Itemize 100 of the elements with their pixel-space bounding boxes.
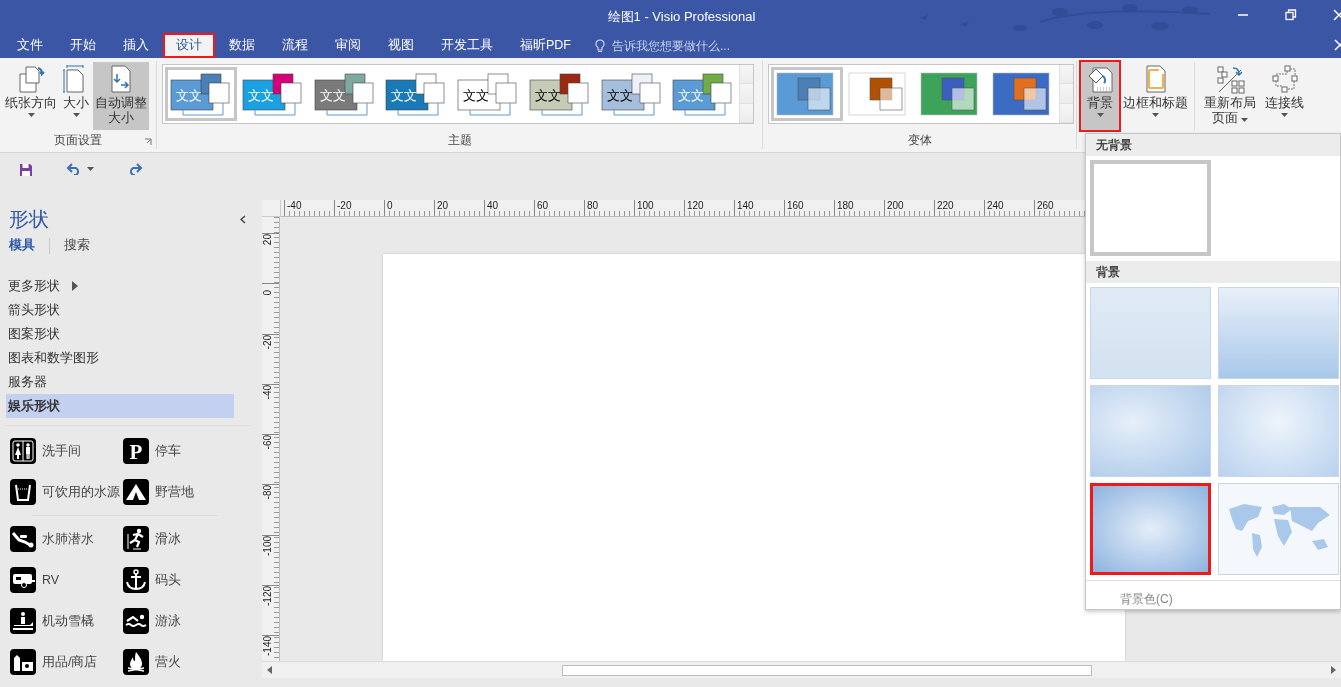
- variant-thumbnail[interactable]: [771, 67, 843, 121]
- tent-icon: [123, 479, 149, 505]
- ribbon-tab[interactable]: 开始: [57, 33, 109, 58]
- shape-label[interactable]: 洗手间: [42, 442, 81, 460]
- ruler-label: -40: [262, 384, 274, 400]
- panel-tab[interactable]: 搜索: [64, 237, 90, 254]
- ribbon-button[interactable]: 大小: [59, 62, 93, 130]
- ruler-label: 60: [537, 200, 549, 211]
- theme-thumbnail[interactable]: 文文: [452, 67, 524, 121]
- shape-label[interactable]: 可饮用的水源: [42, 483, 120, 501]
- parking-icon: P: [123, 438, 149, 464]
- ruler-label: 0: [387, 200, 393, 211]
- scroll-left-icon[interactable]: [267, 666, 272, 674]
- stencil-item[interactable]: 更多形状: [6, 274, 234, 298]
- tell-me-field[interactable]: 告诉我您想要做什么...: [610, 37, 794, 54]
- shape-label[interactable]: 野营地: [155, 483, 194, 501]
- ribbon-button[interactable]: 背景: [1081, 62, 1119, 130]
- stencil-item[interactable]: 图案形状: [6, 322, 234, 346]
- ruler-label: 240: [987, 200, 1004, 211]
- fire-icon: [123, 649, 149, 675]
- restore-icon[interactable]: [1285, 9, 1297, 21]
- ribbon-button[interactable]: 重新布局页面: [1194, 62, 1261, 130]
- menu-item[interactable]: 背景色(C): [1120, 592, 1173, 606]
- background-thumbnail[interactable]: [1090, 483, 1211, 575]
- anchor-icon: [123, 567, 149, 593]
- shape-label[interactable]: 滑冰: [155, 530, 181, 548]
- theme-thumbnail[interactable]: 文文: [380, 67, 452, 121]
- ruler-label: 140: [737, 200, 754, 211]
- theme-thumbnail[interactable]: 文文: [595, 67, 668, 121]
- ribbon-tab[interactable]: 插入: [110, 33, 162, 58]
- relayout-icon: [1215, 64, 1245, 94]
- ribbon-tab[interactable]: 文件: [4, 33, 56, 58]
- dialog-launcher-icon[interactable]: [144, 138, 152, 146]
- panel-tab[interactable]: 模具: [9, 237, 35, 254]
- ruler-label: 220: [937, 200, 954, 211]
- ruler-label: -40: [287, 200, 302, 211]
- undo-icon[interactable]: [66, 163, 82, 175]
- shape-label[interactable]: 码头: [155, 571, 181, 589]
- connector-icon: [1269, 64, 1300, 94]
- save-icon[interactable]: [19, 163, 33, 177]
- horizontal-scrollbar[interactable]: [262, 661, 1341, 678]
- caret-icon: [1241, 118, 1249, 122]
- swimmer-icon: [123, 608, 149, 634]
- snowmobile-icon: [10, 608, 36, 634]
- ruler-label: 180: [837, 200, 854, 211]
- ruler-label: 120: [687, 200, 704, 211]
- ruler-label: 20: [262, 234, 274, 246]
- caret-icon: [1096, 113, 1104, 117]
- stencil-item[interactable]: 箭头形状: [6, 298, 234, 322]
- background-thumbnail[interactable]: [1090, 160, 1211, 256]
- group-label: 变体: [907, 132, 932, 149]
- caret-icon: [1152, 113, 1159, 117]
- ribbon-tab[interactable]: 数据: [216, 33, 268, 58]
- theme-thumbnail[interactable]: 文文: [308, 67, 381, 121]
- ribbon-button[interactable]: 纸张方向: [3, 62, 59, 130]
- ribbon-tab[interactable]: 审阅: [322, 33, 374, 58]
- stencil-item[interactable]: 娱乐形状: [6, 394, 234, 418]
- caret-icon: [1281, 113, 1288, 117]
- shape-label[interactable]: 机动雪橇: [42, 612, 94, 630]
- close-icon[interactable]: [1333, 9, 1341, 21]
- shape-label[interactable]: 游泳: [155, 612, 181, 630]
- window-title: 绘图1 - Visio Professional: [607, 7, 756, 26]
- group-label: 主题: [447, 132, 472, 149]
- ruler-label: -60: [262, 435, 274, 450]
- panel-title: 形状: [9, 207, 49, 232]
- water-icon: [10, 479, 36, 505]
- ribbon-tab[interactable]: 开发工具: [428, 33, 506, 58]
- menu-heading: 无背景: [1086, 134, 1340, 156]
- ribbon-tab[interactable]: 设计: [163, 33, 215, 58]
- shape-label[interactable]: RV: [42, 573, 60, 587]
- ribbon-tab[interactable]: 流程: [269, 33, 321, 58]
- ruler-label: -20: [337, 200, 352, 211]
- ruler-label: 80: [587, 200, 599, 211]
- stencil-item[interactable]: 图表和数学图形: [6, 346, 234, 370]
- ribbon-button[interactable]: 自动调整大小: [93, 62, 149, 130]
- theme-thumbnail[interactable]: 文文: [523, 67, 596, 121]
- shape-label[interactable]: 用品/商店: [42, 653, 98, 671]
- page-orientation-icon: [16, 64, 46, 94]
- ruler-label: -80: [262, 485, 274, 500]
- ribbon-tab[interactable]: 视图: [375, 33, 427, 58]
- stencil-item[interactable]: 服务器: [6, 370, 234, 394]
- ruler-label: 0: [262, 289, 274, 296]
- redo-icon[interactable]: [127, 163, 143, 175]
- scroll-right-icon[interactable]: [1331, 666, 1336, 674]
- ruler-label: -140: [262, 636, 274, 657]
- caret-icon: [87, 167, 94, 171]
- lightbulb-icon: [595, 38, 605, 53]
- restroom-icon: [10, 438, 36, 464]
- shape-label[interactable]: 停车: [155, 442, 181, 460]
- ribbon-button[interactable]: 边框和标题: [1121, 62, 1190, 130]
- store-icon: [10, 649, 36, 675]
- close-icon[interactable]: [1334, 39, 1341, 51]
- menu-heading: 背景: [1086, 261, 1340, 283]
- ribbon-button[interactable]: 连接线: [1263, 62, 1306, 130]
- collapse-icon[interactable]: [240, 214, 246, 224]
- shape-label[interactable]: 水肺潜水: [42, 530, 94, 548]
- caret-icon: [27, 113, 35, 117]
- ruler-label: 200: [887, 200, 904, 211]
- ribbon-tab[interactable]: 福昕PDF: [507, 33, 584, 58]
- shape-label[interactable]: 营火: [155, 653, 181, 671]
